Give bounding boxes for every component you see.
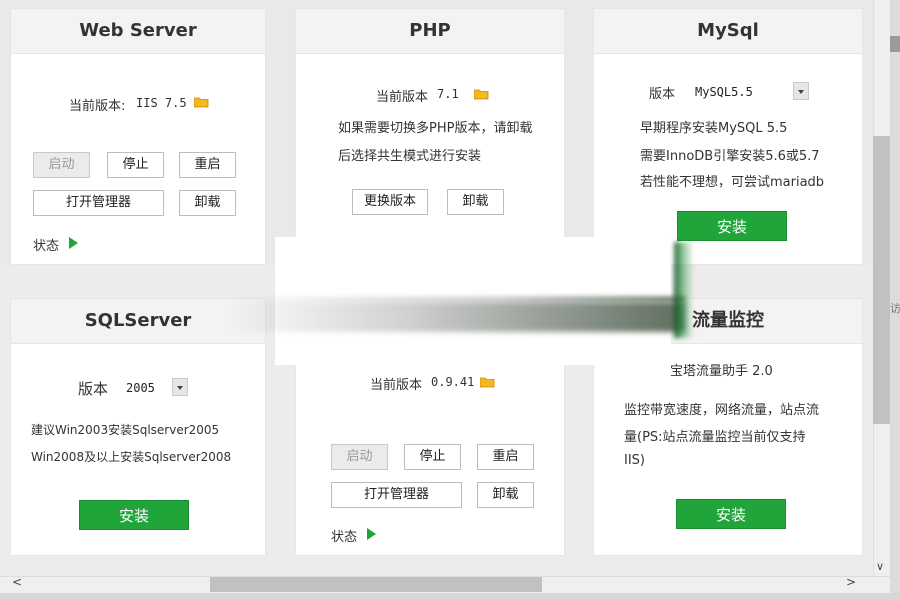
- sqlserver-version-select[interactable]: 2005: [121, 377, 191, 397]
- sqlserver-version-label: 版本: [78, 380, 109, 398]
- mysql-note-line1: 早期程序安装MySQL 5.5: [640, 121, 788, 136]
- web-server-version-value: IIS 7.5: [136, 96, 187, 110]
- web-server-restart-button[interactable]: 重启: [179, 152, 236, 178]
- loading-streak-vertical: [674, 242, 694, 338]
- folder-icon[interactable]: [474, 88, 489, 100]
- loading-streak: [225, 302, 685, 332]
- web-server-uninstall-button[interactable]: 卸载: [179, 190, 236, 216]
- ftp-version-label: 当前版本: [370, 378, 423, 393]
- software-panel: Web Server 当前版本: IIS 7.5 启动 停止 重启 打开管理器 …: [0, 0, 873, 576]
- background-window-edge-control: [890, 36, 900, 52]
- traffic-subtitle: 宝塔流量助手 2.0: [670, 364, 773, 379]
- web-server-title: Web Server: [11, 9, 265, 54]
- scroll-down-arrow[interactable]: ∨: [876, 560, 884, 573]
- background-window-text: 访: [890, 302, 900, 315]
- php-title: PHP: [296, 9, 564, 54]
- scroll-right-arrow[interactable]: >: [846, 575, 856, 589]
- mysql-note-line2: 需要InnoDB引擎安装5.6或5.7: [640, 149, 820, 164]
- ftp-status-label: 状态: [331, 530, 358, 545]
- traffic-note-line1: 监控带宽速度，网络流量，站点流: [624, 403, 820, 418]
- sqlserver-install-button[interactable]: 安装: [79, 500, 189, 530]
- status-running-icon: [69, 237, 78, 249]
- chevron-down-icon[interactable]: [172, 378, 188, 396]
- sqlserver-note-line1: 建议Win2003安装Sqlserver2005: [31, 423, 220, 437]
- web-server-open-manager-button[interactable]: 打开管理器: [33, 190, 164, 216]
- traffic-install-button[interactable]: 安装: [676, 499, 786, 529]
- ftp-open-manager-button[interactable]: 打开管理器: [331, 482, 462, 508]
- php-version-value: 7.1: [437, 87, 459, 101]
- status-running-icon: [367, 528, 376, 540]
- traffic-note-line3: IIS): [624, 453, 645, 468]
- mysql-note-line3: 若性能不理想，可尝试mariadb: [640, 175, 825, 190]
- web-server-start-button[interactable]: 启动: [33, 152, 90, 178]
- horizontal-scrollbar-thumb[interactable]: [210, 577, 542, 592]
- chevron-down-icon[interactable]: [793, 82, 809, 100]
- php-version-label: 当前版本: [376, 90, 429, 105]
- php-uninstall-button[interactable]: 卸载: [447, 189, 504, 215]
- sqlserver-version-selected: 2005: [126, 381, 155, 395]
- ftp-uninstall-button[interactable]: 卸载: [477, 482, 534, 508]
- traffic-note-line2: 量(PS:站点流量监控当前仅支持: [624, 430, 806, 445]
- ftp-restart-button[interactable]: 重启: [477, 444, 534, 470]
- php-card: PHP 当前版本 7.1 如果需要切换多PHP版本，请卸载 后选择共生模式进行安…: [295, 8, 565, 265]
- vertical-scrollbar-thumb[interactable]: [873, 136, 890, 424]
- php-change-version-button[interactable]: 更换版本: [352, 189, 428, 215]
- scroll-left-arrow[interactable]: <: [12, 575, 22, 589]
- bottom-edge: [0, 593, 900, 600]
- mysql-title: MySql: [594, 9, 862, 54]
- web-server-status-label: 状态: [33, 239, 60, 254]
- mysql-install-button[interactable]: 安装: [677, 211, 787, 241]
- sqlserver-note-line2: Win2008及以上安装Sqlserver2008: [31, 450, 232, 464]
- mysql-version-label: 版本: [649, 87, 676, 102]
- ftp-version-value: 0.9.41: [431, 375, 475, 389]
- mysql-version-selected: MySQL5.5: [695, 85, 753, 99]
- mysql-version-select[interactable]: MySQL5.5: [690, 81, 810, 101]
- folder-icon[interactable]: [480, 376, 495, 388]
- folder-icon[interactable]: [194, 96, 209, 108]
- php-note-line2: 后选择共生模式进行安装: [338, 149, 482, 164]
- sqlserver-card: SQLServer 版本 2005 建议Win2003安装Sqlserver20…: [10, 298, 266, 556]
- php-note-line1: 如果需要切换多PHP版本，请卸载: [338, 121, 533, 136]
- web-server-stop-button[interactable]: 停止: [107, 152, 164, 178]
- ftp-start-button[interactable]: 启动: [331, 444, 388, 470]
- web-server-version-label: 当前版本:: [69, 99, 126, 114]
- mysql-card: MySql 版本 MySQL5.5 早期程序安装MySQL 5.5 需要Inno…: [593, 8, 863, 265]
- ftp-stop-button[interactable]: 停止: [404, 444, 461, 470]
- web-server-card: Web Server 当前版本: IIS 7.5 启动 停止 重启 打开管理器 …: [10, 8, 266, 265]
